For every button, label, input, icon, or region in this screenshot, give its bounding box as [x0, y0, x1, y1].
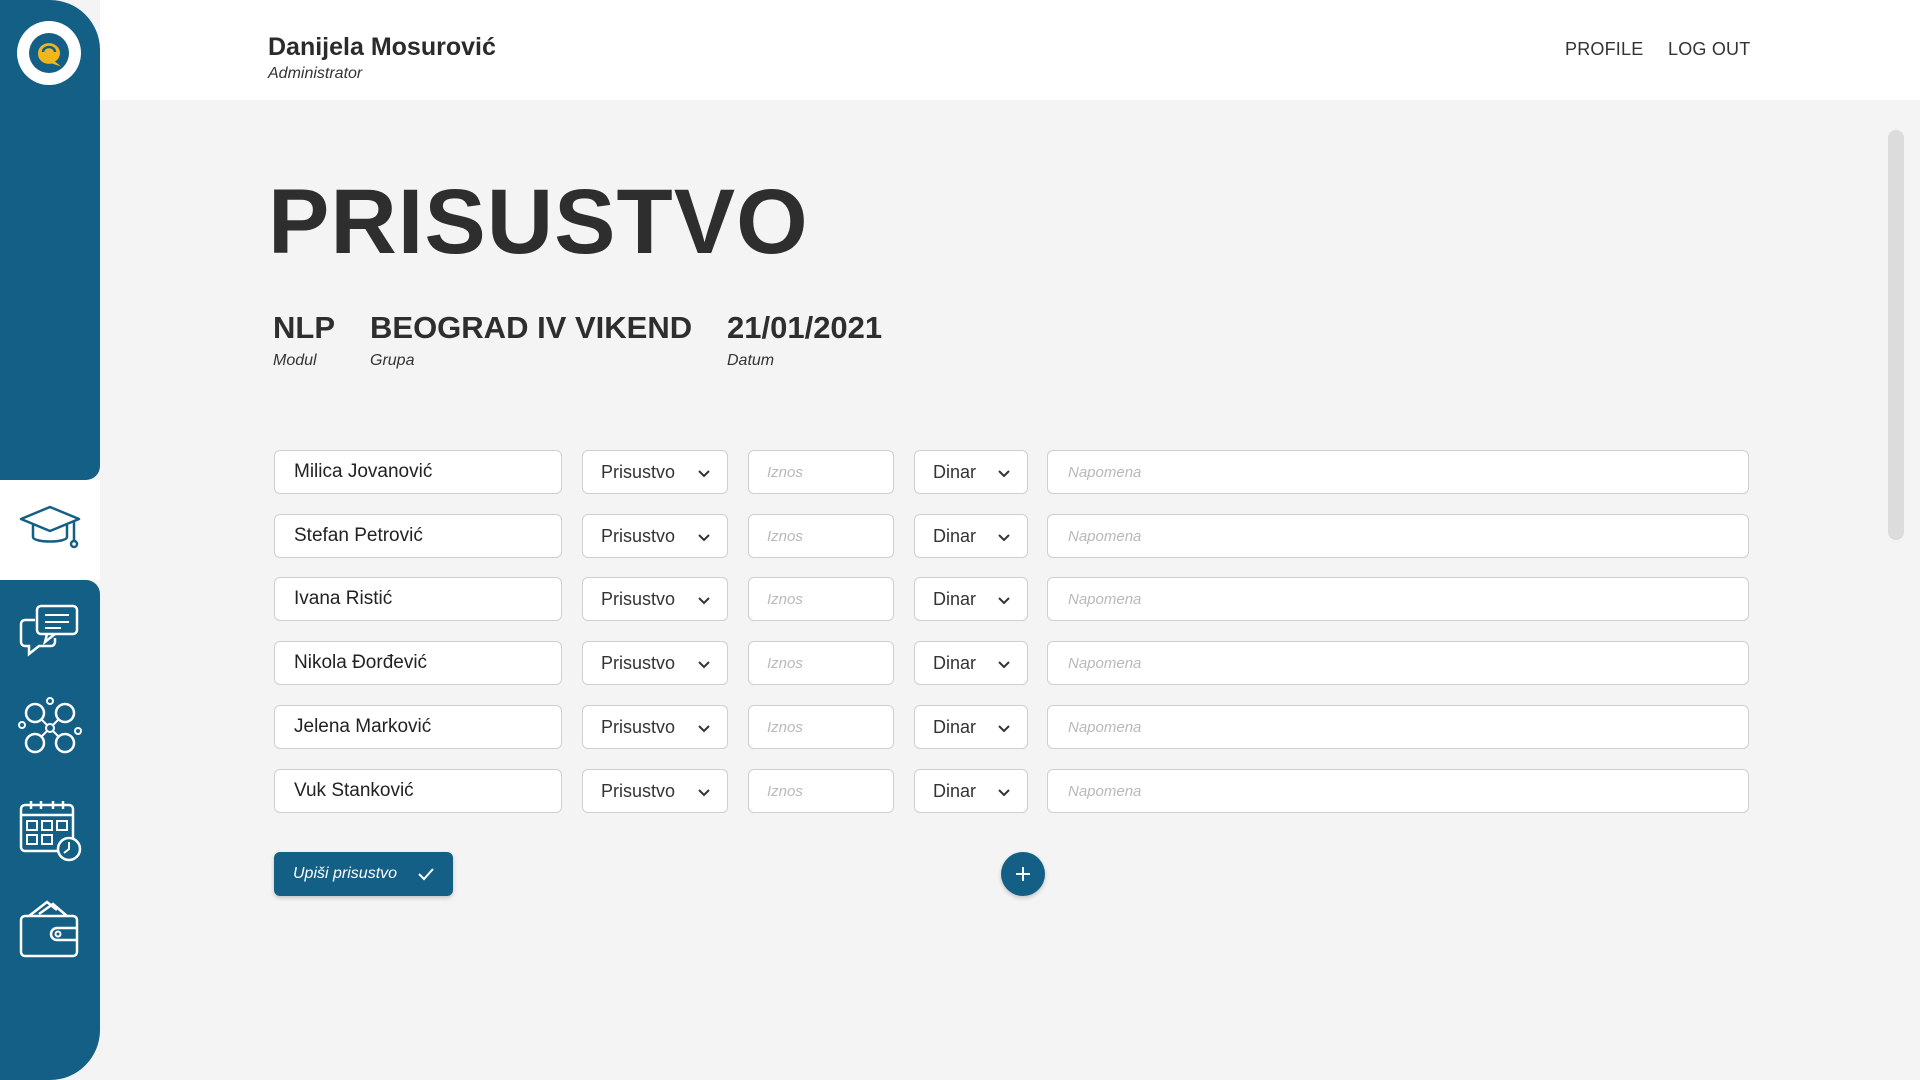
currency-select-value: Dinar — [933, 652, 977, 673]
sidebar-item-courses[interactable] — [16, 496, 84, 564]
attendance-select[interactable]: Prisustvo — [582, 641, 728, 685]
note-input[interactable]: Napomena — [1047, 769, 1749, 813]
currency-select-value: Dinar — [933, 716, 977, 737]
currency-select-value: Dinar — [933, 780, 977, 801]
currency-select-value: Dinar — [933, 461, 977, 482]
add-row-button[interactable] — [1001, 852, 1045, 896]
attendance-select[interactable]: Prisustvo — [582, 514, 728, 558]
modul-label: Modul — [273, 352, 317, 369]
people-network-icon — [18, 697, 82, 754]
attendance-select[interactable]: Prisustvo — [582, 705, 728, 749]
modul-value: NLP — [273, 310, 335, 345]
chevron-down-icon — [998, 725, 1010, 733]
student-name-field[interactable]: Jelena Marković — [274, 705, 562, 749]
meta-datum: 21/01/2021 Datum — [727, 310, 882, 370]
note-input[interactable]: Napomena — [1047, 641, 1749, 685]
attendance-select[interactable]: Prisustvo — [582, 769, 728, 813]
page-title: PRISUSTVO — [268, 171, 809, 273]
attendance-row: Ivana Ristić Prisustvo Iznos Dinar Napom… — [274, 577, 1749, 621]
wallet-icon — [19, 900, 79, 958]
attendance-row: Stefan Petrović Prisustvo Iznos Dinar Na… — [274, 514, 1749, 558]
chevron-down-icon — [998, 534, 1010, 542]
attendance-row: Jelena Marković Prisustvo Iznos Dinar Na… — [274, 705, 1749, 749]
top-header: Danijela Mosurović Administrator PROFILE… — [100, 0, 1920, 100]
currency-select-value: Dinar — [933, 525, 977, 546]
chevron-down-icon — [998, 597, 1010, 605]
chevron-down-icon — [998, 661, 1010, 669]
meta-modul: NLP Modul — [273, 310, 335, 370]
sidebar-item-groups[interactable] — [16, 694, 84, 762]
student-name-field[interactable]: Milica Jovanović — [274, 450, 562, 494]
user-role: Administrator — [268, 65, 363, 82]
attendance-select-value: Prisustvo — [601, 525, 676, 546]
currency-select-value: Dinar — [933, 588, 977, 609]
chevron-down-icon — [698, 725, 710, 733]
attendance-select-value: Prisustvo — [601, 780, 676, 801]
grupa-label: Grupa — [370, 352, 415, 369]
amount-input[interactable]: Iznos — [748, 705, 894, 749]
note-input[interactable]: Napomena — [1047, 514, 1749, 558]
attendance-select[interactable]: Prisustvo — [582, 577, 728, 621]
note-input[interactable]: Napomena — [1047, 450, 1749, 494]
scrollbar[interactable] — [1888, 130, 1904, 540]
datum-label: Datum — [727, 352, 775, 369]
sidebar-item-messages[interactable] — [16, 597, 84, 665]
sidebar — [0, 0, 100, 1080]
student-name-field[interactable]: Stefan Petrović — [274, 514, 562, 558]
user-name: Danijela Mosurović — [268, 33, 496, 61]
chevron-down-icon — [698, 789, 710, 797]
attendance-select-value: Prisustvo — [601, 716, 676, 737]
attendance-select[interactable]: Prisustvo — [582, 450, 728, 494]
amount-input[interactable]: Iznos — [748, 769, 894, 813]
amount-input[interactable]: Iznos — [748, 641, 894, 685]
amount-input[interactable]: Iznos — [748, 514, 894, 558]
check-icon — [418, 868, 434, 881]
chevron-down-icon — [698, 661, 710, 669]
chevron-down-icon — [698, 597, 710, 605]
currency-select[interactable]: Dinar — [914, 450, 1028, 494]
attendance-row: Vuk Stanković Prisustvo Iznos Dinar Napo… — [274, 769, 1749, 813]
plus-icon — [1016, 867, 1030, 881]
note-input[interactable]: Napomena — [1047, 705, 1749, 749]
currency-select[interactable]: Dinar — [914, 514, 1028, 558]
currency-select[interactable]: Dinar — [914, 641, 1028, 685]
currency-select[interactable]: Dinar — [914, 705, 1028, 749]
student-name-field[interactable]: Ivana Ristić — [274, 577, 562, 621]
datum-value: 21/01/2021 — [727, 310, 883, 345]
save-attendance-label: Upiši prisustvo — [293, 865, 398, 882]
graduation-cap-icon — [19, 505, 81, 549]
attendance-select-value: Prisustvo — [601, 652, 676, 673]
note-input[interactable]: Napomena — [1047, 577, 1749, 621]
sidebar-item-payments[interactable] — [16, 895, 84, 963]
chevron-down-icon — [698, 470, 710, 478]
chevron-down-icon — [998, 470, 1010, 478]
sidebar-item-calendar[interactable] — [16, 796, 84, 864]
grupa-value: BEOGRAD IV VIKEND — [370, 310, 693, 345]
chevron-down-icon — [998, 789, 1010, 797]
save-attendance-button[interactable]: Upiši prisustvo — [274, 852, 453, 896]
calendar-clock-icon — [19, 801, 82, 862]
profile-link[interactable]: PROFILE — [1565, 39, 1643, 60]
attendance-row: Milica Jovanović Prisustvo Iznos Dinar N… — [274, 450, 1749, 494]
attendance-select-value: Prisustvo — [601, 588, 676, 609]
amount-input[interactable]: Iznos — [748, 577, 894, 621]
currency-select[interactable]: Dinar — [914, 769, 1028, 813]
messages-icon — [19, 604, 79, 657]
chat-bubble-logo-icon[interactable] — [17, 21, 81, 85]
chevron-down-icon — [698, 534, 710, 542]
logout-link[interactable]: LOG OUT — [1668, 39, 1750, 60]
student-name-field[interactable]: Nikola Đorđević — [274, 641, 562, 685]
meta-grupa: BEOGRAD IV VIKEND Grupa — [370, 310, 692, 370]
amount-input[interactable]: Iznos — [748, 450, 894, 494]
currency-select[interactable]: Dinar — [914, 577, 1028, 621]
attendance-row: Nikola Đorđević Prisustvo Iznos Dinar Na… — [274, 641, 1749, 685]
student-name-field[interactable]: Vuk Stanković — [274, 769, 562, 813]
attendance-select-value: Prisustvo — [601, 461, 676, 482]
